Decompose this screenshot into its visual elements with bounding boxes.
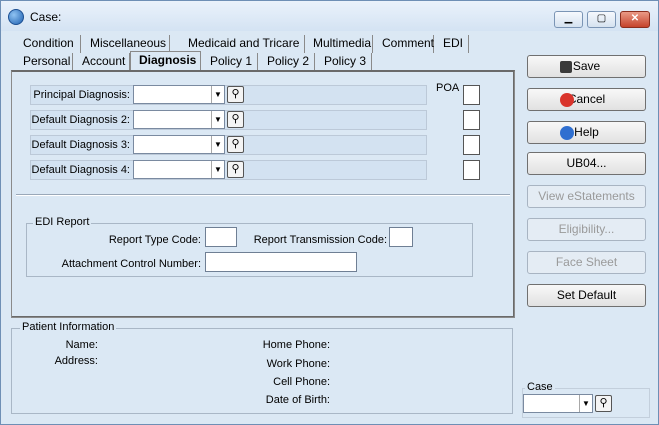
tab-edi[interactable]: EDI <box>435 35 469 53</box>
save-button[interactable]: Save <box>527 55 646 78</box>
cancel-icon <box>560 93 574 107</box>
tab-personal[interactable]: Personal <box>15 53 73 71</box>
dropdown-arrow-icon[interactable]: ▼ <box>211 136 224 153</box>
lookup-icon[interactable]: ⚲ <box>227 111 244 128</box>
view-estatements-button[interactable]: View eStatements <box>527 185 646 208</box>
poa-checkbox-1[interactable] <box>463 85 480 105</box>
default-diagnosis-4-label: Default Diagnosis 4: <box>31 164 130 176</box>
dropdown-arrow-icon[interactable]: ▼ <box>211 111 224 128</box>
poa-label: POA <box>436 82 460 94</box>
content-area: Condition Miscellaneous Medicaid and Tri… <box>8 32 652 420</box>
divider <box>16 194 510 196</box>
poa-checkbox-3[interactable] <box>463 135 480 155</box>
report-transmission-code-input[interactable] <box>389 227 413 247</box>
tab-policy-1[interactable]: Policy 1 <box>202 53 258 71</box>
default-diagnosis-3-combo[interactable]: ▼ <box>133 135 225 154</box>
default-diagnosis-2-combo[interactable]: ▼ <box>133 110 225 129</box>
work-phone-label: Work Phone: <box>266 358 330 370</box>
case-window: Case: ▁ ▢ ✕ Condition Miscellaneous Medi… <box>0 0 659 425</box>
home-phone-label: Home Phone: <box>262 339 330 351</box>
dropdown-arrow-icon[interactable]: ▼ <box>579 395 592 412</box>
case-label: Case <box>525 381 555 393</box>
window-title: Case: <box>30 10 62 24</box>
name-label: Name: <box>65 339 98 351</box>
default-diagnosis-2-label: Default Diagnosis 2: <box>31 114 130 126</box>
report-transmission-code-label: Report Transmission Code: <box>253 234 387 246</box>
ub04-button[interactable]: UB04... <box>527 152 646 175</box>
attachment-control-number-label: Attachment Control Number: <box>61 258 201 270</box>
report-type-code-label: Report Type Code: <box>108 234 201 246</box>
title-bar: Case: ▁ ▢ ✕ <box>1 1 658 31</box>
patient-information-group: Patient Information Name: Address: Home … <box>11 321 513 414</box>
tab-comment[interactable]: Comment <box>374 35 434 53</box>
lookup-icon[interactable]: ⚲ <box>595 395 612 412</box>
dropdown-arrow-icon[interactable]: ▼ <box>211 86 224 103</box>
report-type-code-input[interactable] <box>205 227 237 247</box>
edi-report-group: EDI Report Report Type Code: Report Tran… <box>26 216 473 277</box>
poa-checkbox-4[interactable] <box>463 160 480 180</box>
edi-report-title: EDI Report <box>33 216 92 228</box>
tab-policy-3[interactable]: Policy 3 <box>316 53 372 71</box>
patient-information-title: Patient Information <box>20 321 117 333</box>
principal-diagnosis-combo[interactable]: ▼ <box>133 85 225 104</box>
cancel-button[interactable]: Cancel <box>527 88 646 111</box>
lookup-icon[interactable]: ⚲ <box>227 136 244 153</box>
diagnosis-panel: POA Principal Diagnosis: ▼ ⚲ Default Dia… <box>11 70 515 318</box>
maximize-button[interactable]: ▢ <box>587 11 616 28</box>
set-default-button[interactable]: Set Default <box>527 284 646 307</box>
address-label: Address: <box>54 355 98 367</box>
default-diagnosis-3-label: Default Diagnosis 3: <box>31 139 130 151</box>
default-diagnosis-4-combo[interactable]: ▼ <box>133 160 225 179</box>
principal-diagnosis-label: Principal Diagnosis: <box>33 89 130 101</box>
help-icon <box>560 126 574 140</box>
tab-multimedia[interactable]: Multimedia <box>305 35 373 53</box>
case-combo[interactable]: ▼ <box>523 394 593 413</box>
app-icon <box>8 9 24 25</box>
cell-phone-label: Cell Phone: <box>273 376 330 388</box>
eligibility-button[interactable]: Eligibility... <box>527 218 646 241</box>
tab-account[interactable]: Account <box>74 53 130 71</box>
tab-diagnosis[interactable]: Diagnosis <box>130 51 201 71</box>
lookup-icon[interactable]: ⚲ <box>227 161 244 178</box>
close-button[interactable]: ✕ <box>620 11 650 28</box>
lookup-icon[interactable]: ⚲ <box>227 86 244 103</box>
tab-condition[interactable]: Condition <box>15 35 81 53</box>
date-of-birth-label: Date of Birth: <box>265 394 330 406</box>
dropdown-arrow-icon[interactable]: ▼ <box>211 161 224 178</box>
save-icon <box>560 61 572 73</box>
poa-checkbox-2[interactable] <box>463 110 480 130</box>
minimize-button[interactable]: ▁ <box>554 11 583 28</box>
help-button[interactable]: Help <box>527 121 646 144</box>
attachment-control-number-input[interactable] <box>205 252 357 272</box>
face-sheet-button[interactable]: Face Sheet <box>527 251 646 274</box>
tab-policy-2[interactable]: Policy 2 <box>259 53 315 71</box>
